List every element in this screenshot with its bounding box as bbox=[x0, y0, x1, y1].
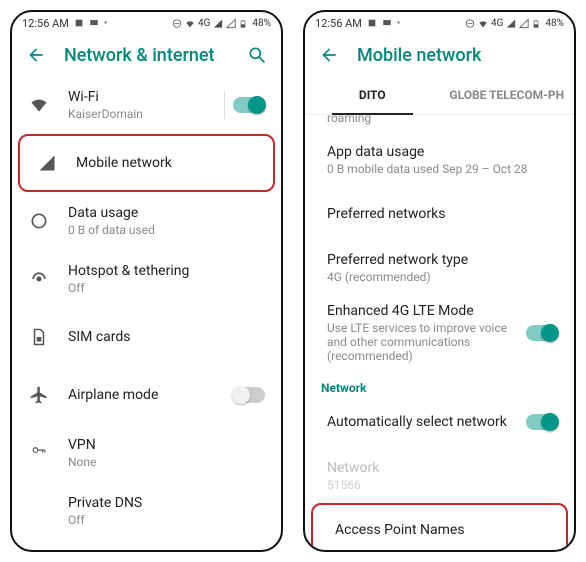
row-sub: Connect to data services when roaming bbox=[327, 115, 508, 125]
row-label: Enhanced 4G LTE Mode bbox=[327, 303, 508, 319]
airplane-toggle[interactable] bbox=[233, 387, 265, 403]
wifi-toggle[interactable] bbox=[233, 97, 265, 113]
network-type-label: 4G bbox=[198, 18, 210, 29]
battery-icon bbox=[239, 18, 249, 28]
settings-scroll[interactable]: Roaming Connect to data services when ro… bbox=[305, 115, 574, 550]
row-label: App data usage bbox=[327, 144, 558, 160]
page-title: Mobile network bbox=[357, 45, 560, 66]
tab-dito[interactable]: DITO bbox=[305, 76, 440, 114]
auto-network-toggle[interactable] bbox=[526, 414, 558, 430]
message-icon bbox=[89, 18, 99, 28]
divider bbox=[224, 91, 225, 119]
hotspot-icon bbox=[28, 269, 50, 289]
search-icon[interactable] bbox=[247, 45, 267, 65]
airplane-icon bbox=[28, 385, 50, 405]
dnd-icon bbox=[172, 18, 182, 28]
row-sub: KaiserDomain bbox=[68, 107, 206, 121]
sim-icon bbox=[28, 328, 50, 346]
row-preferred-network-type[interactable]: Preferred network type 4G (recommended) bbox=[305, 241, 574, 295]
battery-percent: 48% bbox=[545, 18, 564, 29]
row-label: Access Point Names bbox=[335, 522, 550, 538]
status-bar: 12:56 AM • 4G 48% bbox=[305, 12, 574, 34]
row-mobile-network[interactable]: Mobile network bbox=[18, 134, 275, 192]
status-time: 12:56 AM bbox=[22, 17, 69, 30]
row-sim-cards[interactable]: SIM cards bbox=[12, 308, 281, 366]
signal-empty-icon bbox=[519, 18, 529, 28]
more-notifications: • bbox=[397, 18, 400, 29]
app-bar: Mobile network bbox=[305, 34, 574, 76]
row-vpn[interactable]: VPN None bbox=[12, 424, 281, 482]
message-icon bbox=[382, 18, 392, 28]
status-bar: 12:56 AM • 4G 48% bbox=[12, 12, 281, 34]
row-auto-select-network[interactable]: Automatically select network bbox=[305, 395, 574, 449]
lte-toggle[interactable] bbox=[526, 325, 558, 341]
row-sub: Off bbox=[68, 281, 265, 295]
wifi-icon bbox=[28, 95, 50, 115]
row-label: Airplane mode bbox=[68, 387, 215, 403]
screenshot-icon bbox=[74, 18, 84, 28]
row-label: Private DNS bbox=[68, 495, 265, 511]
signal-icon bbox=[36, 154, 58, 172]
row-label: Data usage bbox=[68, 205, 265, 221]
network-type-label: 4G bbox=[491, 18, 503, 29]
row-label: SIM cards bbox=[68, 329, 265, 345]
row-label: Preferred network type bbox=[327, 252, 558, 268]
row-app-data-usage[interactable]: App data usage 0 B mobile data used Sep … bbox=[305, 133, 574, 187]
row-label: VPN bbox=[68, 437, 265, 453]
screenshot-icon bbox=[367, 18, 377, 28]
back-icon[interactable] bbox=[26, 45, 46, 65]
row-network-id: Network 51566 bbox=[305, 449, 574, 503]
more-notifications: • bbox=[104, 18, 107, 29]
tab-globe[interactable]: GLOBE TELECOM-PH bbox=[440, 76, 575, 114]
settings-list: Wi-Fi KaiserDomain Mobile network Data u… bbox=[12, 76, 281, 550]
row-roaming[interactable]: Roaming Connect to data services when ro… bbox=[305, 115, 574, 133]
row-preferred-networks[interactable]: Preferred networks bbox=[305, 187, 574, 241]
wifi-icon bbox=[185, 18, 195, 28]
row-sub: 51566 bbox=[327, 478, 558, 492]
phone-network-internet: 12:56 AM • 4G 48% Network & internet Wi bbox=[10, 10, 283, 552]
signal-empty-icon bbox=[226, 18, 236, 28]
row-sub: Off bbox=[68, 513, 265, 527]
row-airplane[interactable]: Airplane mode bbox=[12, 366, 281, 424]
row-apn[interactable]: Access Point Names bbox=[311, 503, 568, 550]
row-private-dns[interactable]: Private DNS Off bbox=[12, 482, 281, 540]
row-sub: 0 B mobile data used Sep 29 – Oct 28 bbox=[327, 162, 558, 176]
row-label: Wi-Fi bbox=[68, 89, 206, 105]
status-time: 12:56 AM bbox=[315, 17, 362, 30]
page-title: Network & internet bbox=[64, 45, 229, 66]
back-icon[interactable] bbox=[319, 45, 339, 65]
row-data-usage[interactable]: Data usage 0 B of data used bbox=[12, 192, 281, 250]
data-usage-icon bbox=[28, 211, 50, 231]
row-hotspot[interactable]: Hotspot & tethering Off bbox=[12, 250, 281, 308]
row-label: Automatically select network bbox=[327, 414, 508, 430]
wifi-icon bbox=[478, 18, 488, 28]
section-network: Network bbox=[305, 371, 574, 395]
vpn-key-icon bbox=[28, 446, 50, 460]
battery-icon bbox=[532, 18, 542, 28]
row-label: Network bbox=[327, 460, 558, 476]
row-sub: 4G (recommended) bbox=[327, 270, 558, 284]
row-label: Hotspot & tethering bbox=[68, 263, 265, 279]
row-label: Preferred networks bbox=[327, 206, 558, 222]
app-bar: Network & internet bbox=[12, 34, 281, 76]
battery-percent: 48% bbox=[252, 18, 271, 29]
row-enhanced-lte[interactable]: Enhanced 4G LTE Mode Use LTE services to… bbox=[305, 295, 574, 371]
row-sub: 0 B of data used bbox=[68, 223, 265, 237]
carrier-tabs: DITO GLOBE TELECOM-PH bbox=[305, 76, 574, 115]
signal-icon bbox=[506, 18, 516, 28]
row-sub: None bbox=[68, 455, 265, 469]
dnd-icon bbox=[465, 18, 475, 28]
phone-mobile-network: 12:56 AM • 4G 48% Mobile network DITO GL… bbox=[303, 10, 576, 552]
row-wifi[interactable]: Wi-Fi KaiserDomain bbox=[12, 76, 281, 134]
row-label: Mobile network bbox=[76, 155, 257, 171]
row-sub: Use LTE services to improve voice and ot… bbox=[327, 321, 508, 363]
signal-icon bbox=[213, 18, 223, 28]
